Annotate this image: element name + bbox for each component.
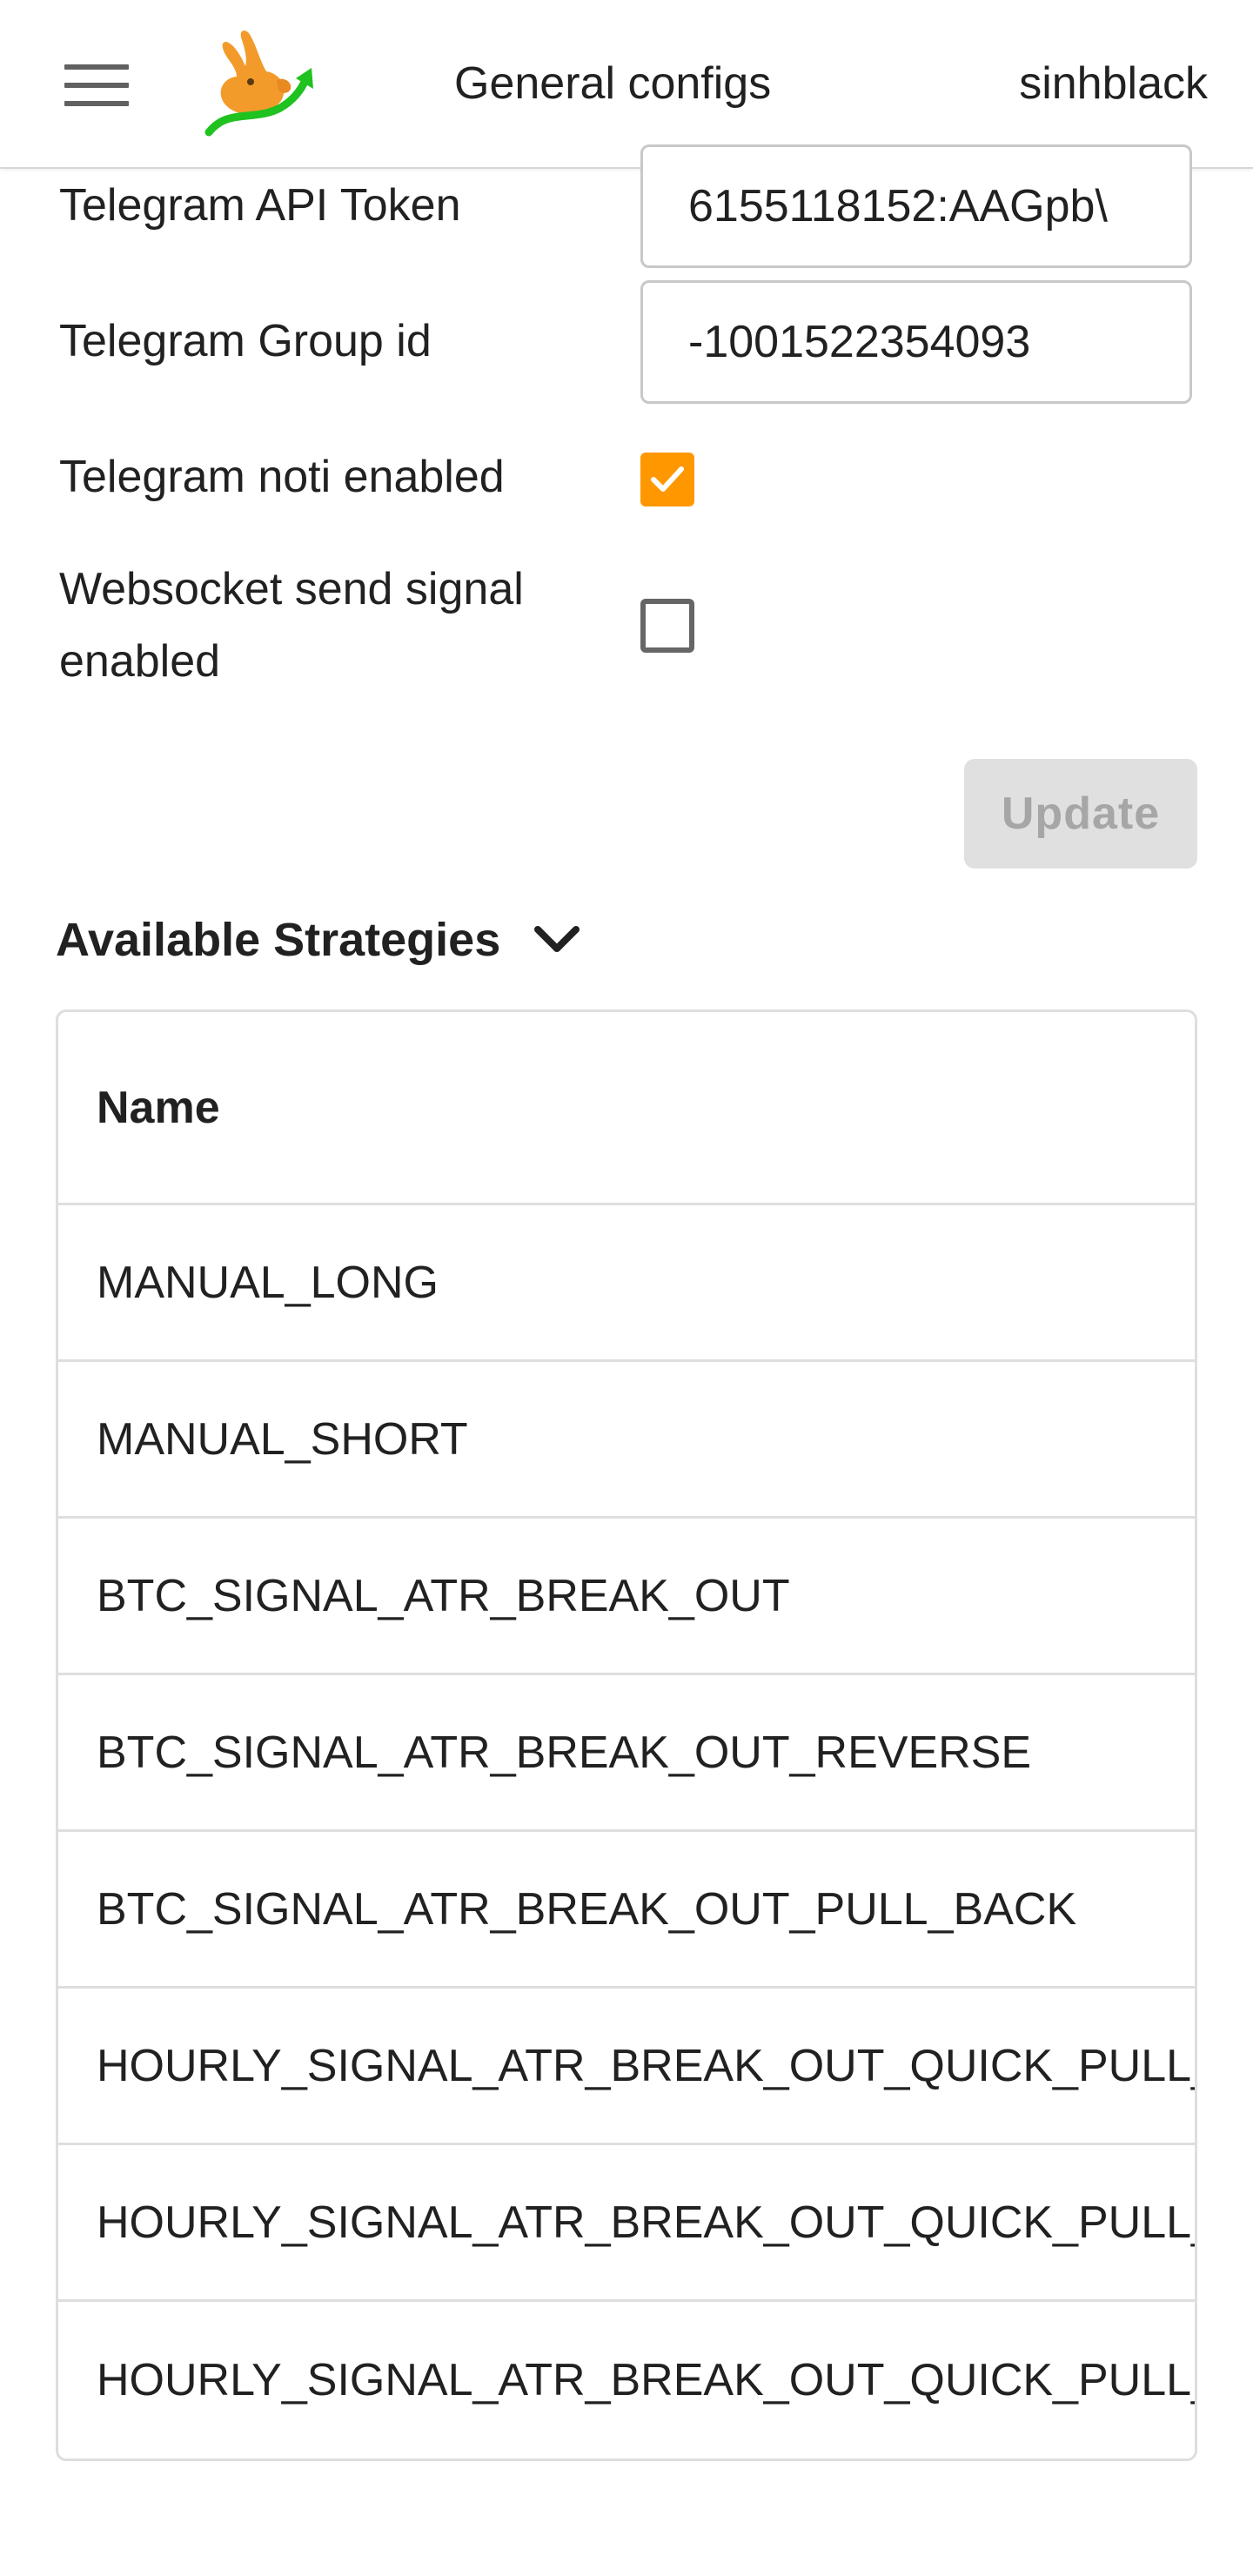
table-row[interactable]: BTC_SIGNAL_ATR_BREAK_OUT — [58, 1519, 1195, 1675]
checkmark-icon — [651, 466, 684, 492]
telegram-group-id-input[interactable] — [640, 280, 1192, 404]
telegram-noti-enabled-label: Telegram noti enabled — [59, 452, 505, 502]
websocket-send-signal-label-line1: Websocket send signal — [59, 564, 524, 614]
hamburger-menu-icon[interactable] — [64, 64, 129, 106]
table-row[interactable]: BTC_SIGNAL_ATR_BREAK_OUT_REVERSE — [58, 1675, 1195, 1832]
page-title: General configs — [454, 58, 772, 109]
telegram-group-id-label: Telegram Group id — [59, 316, 432, 366]
update-button[interactable]: Update — [964, 759, 1197, 869]
websocket-send-signal-checkbox[interactable] — [640, 599, 694, 653]
rabbit-logo-icon — [204, 30, 313, 137]
websocket-send-signal-label-line2: enabled — [59, 636, 221, 687]
telegram-noti-enabled-checkbox[interactable] — [640, 453, 694, 506]
username-label[interactable]: sinhblack — [1019, 54, 1208, 113]
table-row[interactable]: MANUAL_SHORT — [58, 1362, 1195, 1519]
table-row[interactable]: MANUAL_LONG — [58, 1205, 1195, 1362]
available-strategies-title[interactable]: Available Strategies — [56, 905, 500, 975]
table-header-name: Name — [58, 1012, 1195, 1205]
app-header: General configs sinhblack — [0, 0, 1253, 169]
strategies-table: Name MANUAL_LONG MANUAL_SHORT BTC_SIGNAL… — [56, 1010, 1197, 2461]
table-row[interactable]: HOURLY_SIGNAL_ATR_BREAK_OUT_QUICK_PULL_ — [58, 2302, 1195, 2459]
table-row[interactable]: HOURLY_SIGNAL_ATR_BREAK_OUT_QUICK_PULL_ — [58, 2145, 1195, 2302]
table-row[interactable]: HOURLY_SIGNAL_ATR_BREAK_OUT_QUICK_PULL_ — [58, 1989, 1195, 2145]
chevron-down-icon[interactable] — [531, 921, 583, 959]
table-row[interactable]: BTC_SIGNAL_ATR_BREAK_OUT_PULL_BACK — [58, 1832, 1195, 1989]
telegram-api-token-label: Telegram API Token — [59, 180, 461, 231]
telegram-api-token-input[interactable] — [640, 144, 1192, 268]
